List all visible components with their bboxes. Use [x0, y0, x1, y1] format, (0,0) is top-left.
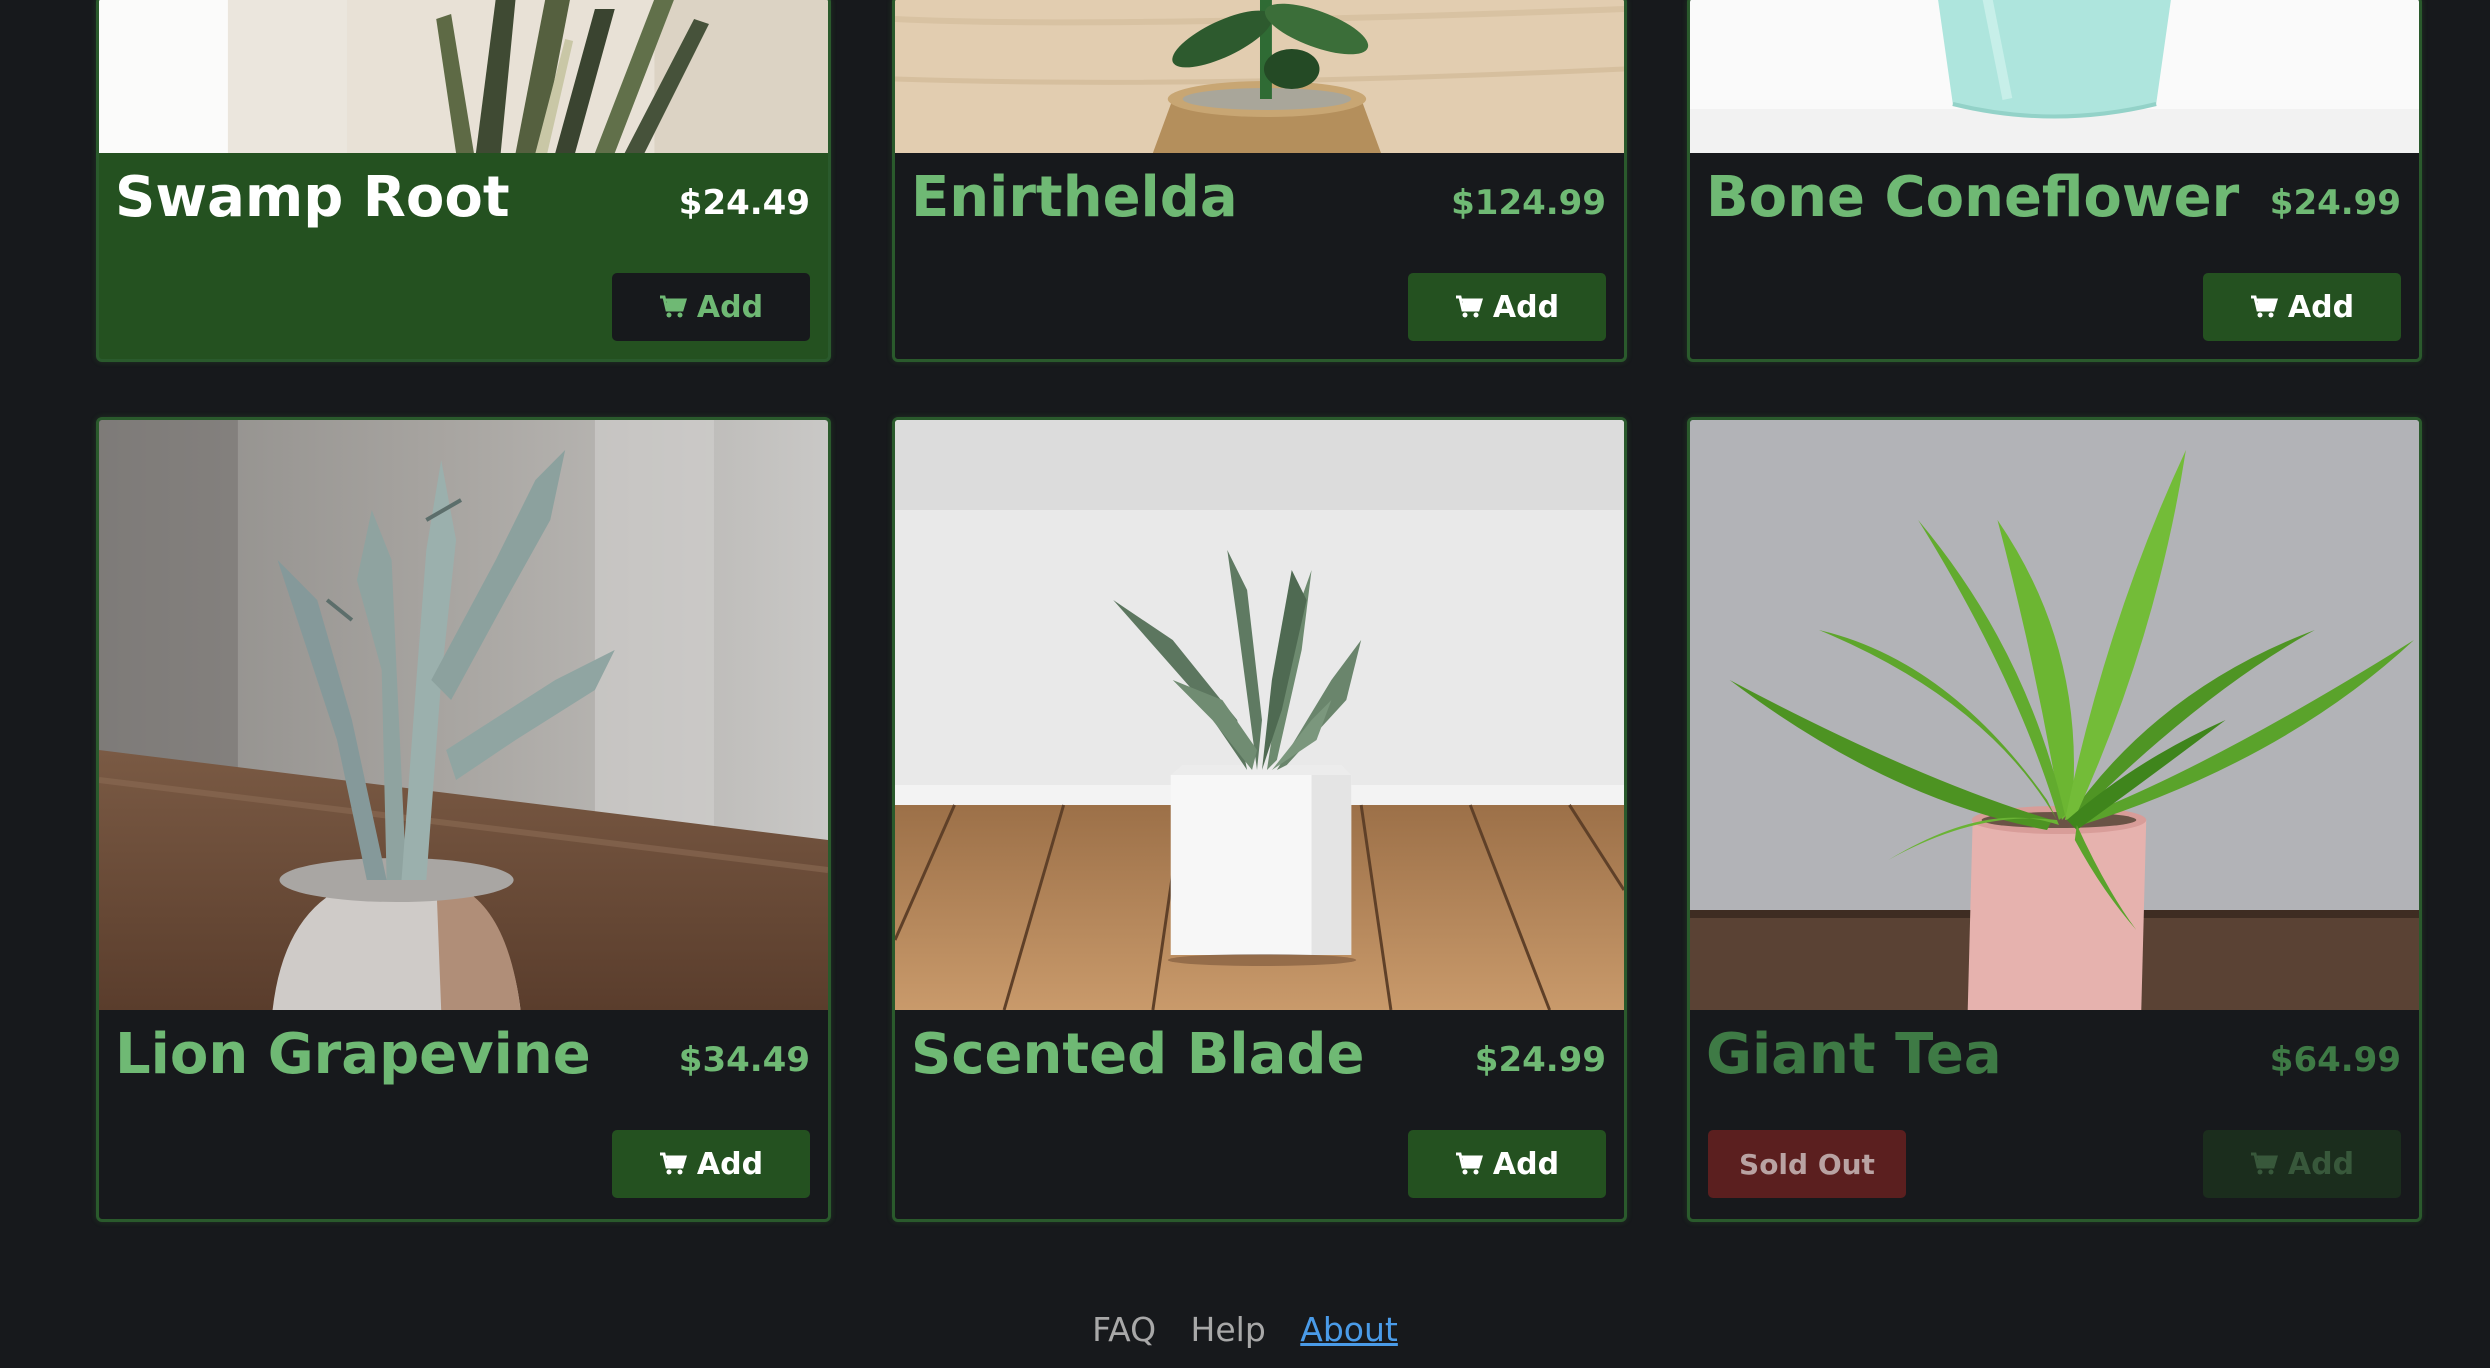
product-info: Scented Blade $24.99 Add	[895, 1010, 1624, 1218]
cart-icon	[2250, 1152, 2278, 1175]
footer-link-about[interactable]: About	[1300, 1310, 1398, 1349]
add-to-cart-button[interactable]: Add	[2203, 273, 2401, 341]
potted-plant-photo	[895, 0, 1624, 153]
product-grid-page: Swamp Root $24.49 Add Enirthelda $124.99…	[0, 0, 2490, 1368]
product-name: Swamp Root	[115, 165, 510, 230]
product-image-giant-tea[interactable]	[1690, 420, 2419, 1010]
cart-icon	[659, 1152, 687, 1175]
add-button-label: Add	[2287, 1146, 2355, 1182]
add-to-cart-button[interactable]: Add	[1408, 273, 1606, 341]
product-card-bone-coneflower[interactable]: Bone Coneflower $24.99 Add	[1687, 0, 2422, 362]
product-name: Bone Coneflower	[1706, 165, 2240, 230]
product-name: Enirthelda	[911, 165, 1238, 230]
product-price: $24.49	[678, 183, 810, 223]
product-card-scented-blade[interactable]: Scented Blade $24.99 Add	[892, 417, 1627, 1222]
cart-icon	[659, 295, 687, 318]
product-price: $124.99	[1451, 183, 1606, 223]
cart-icon	[2250, 295, 2278, 318]
add-to-cart-button[interactable]: Add	[1408, 1130, 1606, 1198]
product-card-giant-tea[interactable]: Giant Tea $64.99 Sold Out Add	[1687, 417, 2422, 1222]
product-image-swamp-root[interactable]	[99, 0, 828, 153]
snake-plant-photo	[99, 0, 828, 153]
cactus-photo	[99, 420, 828, 1010]
add-button-label: Add	[696, 1146, 764, 1182]
add-to-cart-button[interactable]: Add	[612, 273, 810, 341]
product-name: Scented Blade	[911, 1022, 1365, 1087]
product-card-enirthelda[interactable]: Enirthelda $124.99 Add	[892, 0, 1627, 362]
product-price: $24.99	[1474, 1040, 1606, 1080]
footer-link-help[interactable]: Help	[1191, 1310, 1266, 1349]
product-image-scented-blade[interactable]	[895, 420, 1624, 1010]
product-image-lion-grapevine[interactable]	[99, 420, 828, 1010]
footer-link-faq[interactable]: FAQ	[1092, 1310, 1156, 1349]
add-to-cart-button[interactable]: Add	[612, 1130, 810, 1198]
cart-icon	[1455, 1152, 1483, 1175]
product-image-enirthelda[interactable]	[895, 0, 1624, 153]
cart-icon	[1455, 295, 1483, 318]
product-info: Lion Grapevine $34.49 Add	[99, 1010, 828, 1218]
add-button-label: Add	[1492, 289, 1560, 325]
product-info: Bone Coneflower $24.99 Add	[1690, 153, 2419, 359]
product-price: $24.99	[2269, 183, 2401, 223]
product-image-bone-coneflower[interactable]	[1690, 0, 2419, 153]
succulent-photo	[895, 420, 1624, 1010]
product-card-swamp-root[interactable]: Swamp Root $24.49 Add	[96, 0, 831, 362]
product-info: Swamp Root $24.49 Add	[99, 153, 828, 359]
add-button-label: Add	[1492, 1146, 1560, 1182]
sold-out-badge: Sold Out	[1708, 1130, 1906, 1198]
add-button-label: Add	[696, 289, 764, 325]
fern-photo	[1690, 420, 2419, 1010]
product-price: $34.49	[678, 1040, 810, 1080]
mint-pot-photo	[1690, 0, 2419, 153]
add-button-label: Add	[2287, 289, 2355, 325]
footer-links: FAQ Help About	[0, 1310, 2490, 1349]
product-info: Enirthelda $124.99 Add	[895, 153, 1624, 359]
product-price: $64.99	[2269, 1040, 2401, 1080]
product-info: Giant Tea $64.99 Sold Out Add	[1690, 1010, 2419, 1218]
add-to-cart-button-disabled: Add	[2203, 1130, 2401, 1198]
product-card-lion-grapevine[interactable]: Lion Grapevine $34.49 Add	[96, 417, 831, 1222]
product-name: Lion Grapevine	[115, 1022, 591, 1087]
product-name: Giant Tea	[1706, 1022, 2002, 1087]
